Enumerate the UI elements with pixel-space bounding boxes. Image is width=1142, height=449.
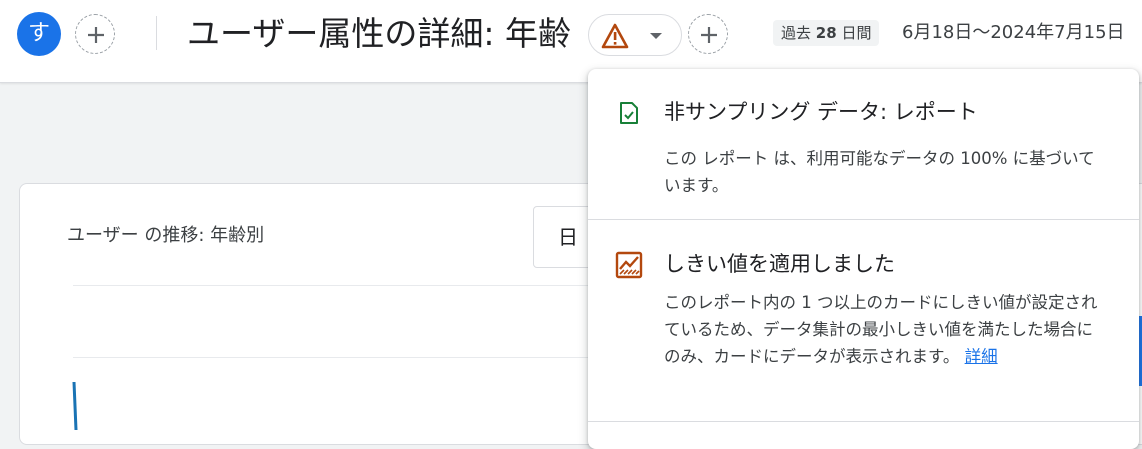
range-days: 28 bbox=[815, 24, 837, 42]
add-filter-button[interactable] bbox=[688, 14, 728, 54]
chart-gridline bbox=[73, 285, 593, 286]
avatar[interactable]: す bbox=[17, 12, 61, 56]
warning-icon bbox=[601, 23, 629, 49]
divider bbox=[588, 219, 1139, 220]
learn-more-link[interactable]: 詳細 bbox=[965, 347, 998, 366]
range-suffix: 日間 bbox=[841, 24, 872, 42]
card-title: ユーザー の推移: 年齢別 bbox=[67, 225, 265, 246]
select-value: 日 bbox=[558, 225, 578, 249]
chart-line bbox=[72, 381, 78, 430]
plus-icon bbox=[88, 27, 104, 43]
popup-item-title: 非サンプリング データ: レポート bbox=[664, 100, 978, 124]
date-range-label[interactable]: 過去 28 日間 bbox=[773, 20, 880, 46]
chart-gridline bbox=[73, 357, 593, 358]
date-range-text[interactable]: 6月18日～2024年7月15日 bbox=[902, 18, 1142, 48]
data-quality-chip[interactable] bbox=[588, 14, 682, 56]
threshold-chart-icon bbox=[615, 251, 643, 279]
data-quality-popup: 非サンプリング データ: レポート この レポート は、利用可能なデータの 10… bbox=[588, 69, 1139, 449]
divider bbox=[588, 421, 1139, 422]
doc-check-icon bbox=[620, 102, 638, 124]
page-title: ユーザー属性の詳細: 年齢 bbox=[187, 14, 571, 53]
plus-icon bbox=[701, 27, 717, 43]
popup-item-title: しきい値を適用しました bbox=[664, 252, 895, 276]
add-comparison-button[interactable] bbox=[75, 14, 115, 54]
popup-item-description-text: このレポート内の 1 つ以上のカードにしきい値が設定されているため、データ集計の… bbox=[664, 293, 1098, 366]
divider bbox=[156, 16, 157, 50]
chevron-down-icon bbox=[650, 33, 662, 39]
range-prefix: 過去 bbox=[781, 24, 812, 42]
popup-item-description: このレポート内の 1 つ以上のカードにしきい値が設定されているため、データ集計の… bbox=[664, 289, 1104, 370]
popup-item-description: この レポート は、利用可能なデータの 100% に基づいています。 bbox=[664, 149, 1095, 195]
